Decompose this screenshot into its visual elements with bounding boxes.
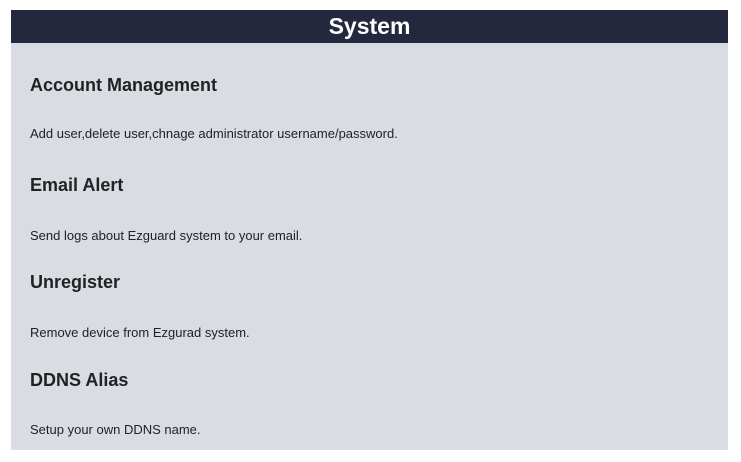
- account-management-link[interactable]: Account Management: [30, 76, 217, 94]
- unregister-link[interactable]: Unregister: [30, 273, 120, 291]
- page-title: System: [11, 10, 728, 43]
- unregister-description: Remove device from Ezgurad system.: [30, 325, 250, 340]
- account-management-description: Add user,delete user,chnage administrato…: [30, 126, 398, 141]
- email-alert-description: Send logs about Ezguard system to your e…: [30, 228, 303, 243]
- email-alert-link[interactable]: Email Alert: [30, 176, 123, 194]
- ddns-alias-link[interactable]: DDNS Alias: [30, 371, 128, 389]
- ddns-alias-description: Setup your own DDNS name.: [30, 422, 201, 437]
